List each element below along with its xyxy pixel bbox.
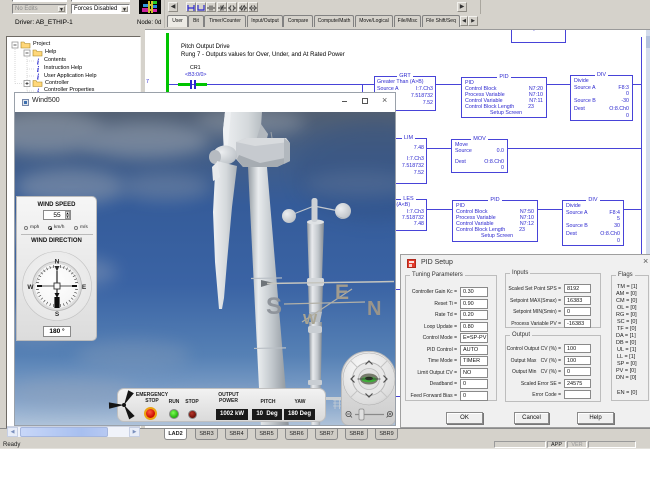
svg-text:W: W (303, 311, 318, 328)
svg-text:E: E (335, 281, 349, 304)
svg-text:E: E (82, 284, 87, 291)
svg-text:W: W (27, 284, 34, 291)
svg-text:S: S (55, 311, 60, 318)
svg-text:S: S (266, 293, 282, 320)
svg-text:N: N (55, 259, 60, 266)
svg-text:i: i (37, 73, 40, 82)
